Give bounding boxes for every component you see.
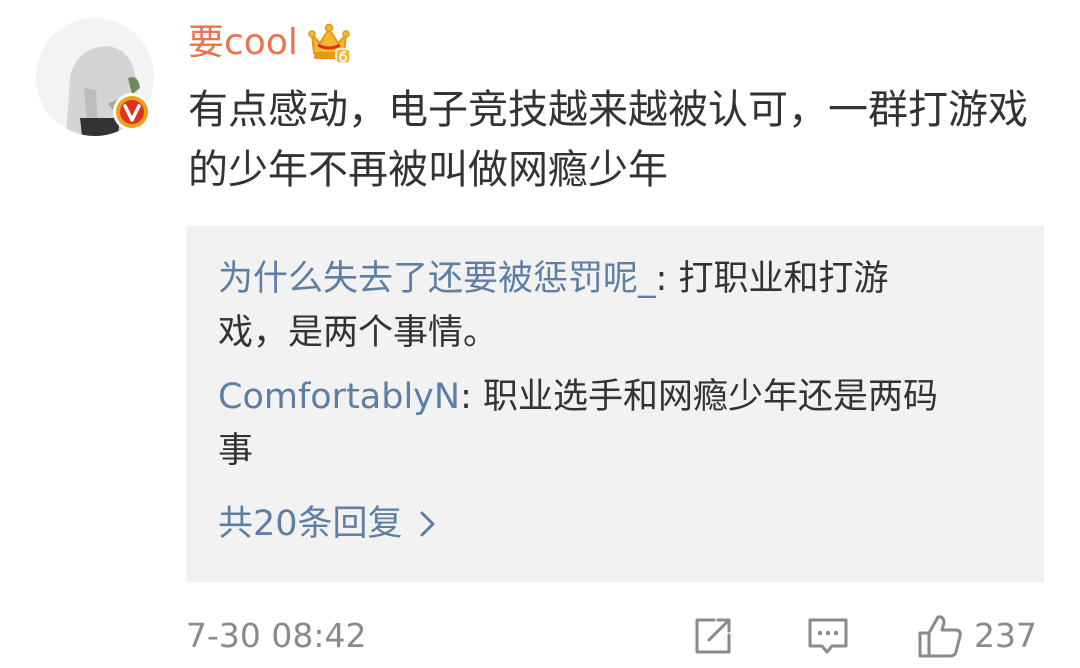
view-all-replies-link[interactable]: 共20条回复 — [218, 500, 1012, 548]
verified-v-icon — [113, 93, 151, 131]
reply-username[interactable]: 为什么失去了还要被惩罚呢_ — [218, 259, 656, 299]
reply-username[interactable]: ComfortablyN — [218, 377, 460, 417]
crown-vip-icon[interactable] — [306, 21, 352, 65]
like-count: 237 — [974, 616, 1037, 655]
reply-item[interactable]: ComfortablyN: 职业选手和网瘾少年还是两码事 — [218, 370, 958, 478]
timestamp: 7-30 08:42 — [186, 616, 367, 655]
username[interactable]: 要cool — [188, 16, 298, 70]
username-row: 要cool — [188, 16, 352, 70]
reply-item[interactable]: 为什么失去了还要被惩罚呢_: 打职业和打游戏，是两个事情。 — [218, 252, 958, 360]
share-button[interactable] — [692, 612, 734, 660]
comment-icon — [808, 618, 848, 654]
thumbs-up-icon — [918, 615, 962, 658]
share-icon — [695, 618, 731, 654]
reply-separator: : — [655, 259, 679, 299]
more-replies-label: 共20条回复 — [218, 504, 403, 544]
like-button[interactable]: 237 — [916, 612, 1037, 660]
avatar-container[interactable] — [36, 18, 154, 136]
comment-footer: 7-30 08:42 237 — [186, 612, 1044, 660]
reply-preview-panel[interactable]: 为什么失去了还要被惩罚呢_: 打职业和打游戏，是两个事情。 Comfortabl… — [186, 226, 1044, 582]
comment-body: 有点感动，电子竞技越来越被认可，一群打游戏的少年不再被叫做网瘾少年 — [188, 87, 1028, 193]
reply-button[interactable] — [806, 612, 850, 660]
comment-card: 要cool 有点感动，电子竞技越来越被认可，一群打游戏的少年不再被叫做网瘾少年 … — [0, 0, 1080, 668]
chevron-right-icon — [420, 511, 435, 537]
reply-separator: : — [460, 377, 483, 417]
